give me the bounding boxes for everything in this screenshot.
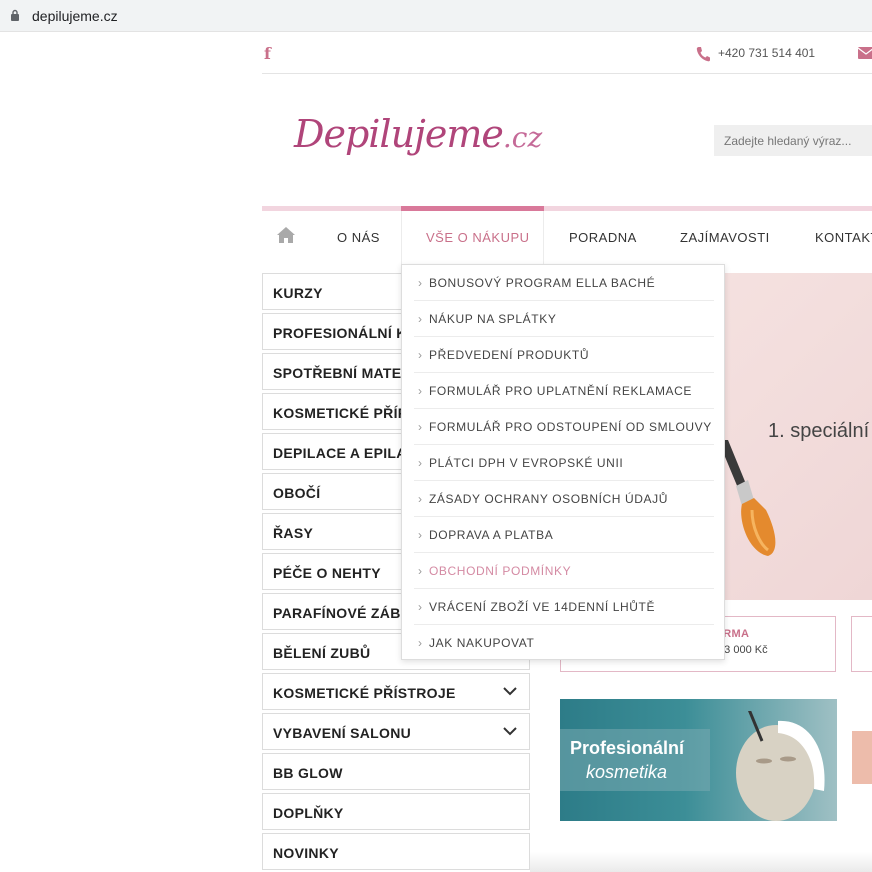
sidebar-item-label: BB GLOW [273, 765, 343, 781]
dropdown-item-label: BONUSOVÝ PROGRAM ELLA BACHÉ [429, 276, 656, 290]
dropdown-item-label: FORMULÁŘ PRO ODSTOUPENÍ OD SMLOUVY [429, 420, 712, 434]
nav-bar [262, 206, 872, 211]
dropdown-item-platci-dph[interactable]: › PLÁTCI DPH V EVROPSKÉ UNII [414, 445, 714, 481]
nav-item-o-nas[interactable]: O NÁS [337, 230, 380, 245]
sidebar-item-kosmeticke-pristroje[interactable]: KOSMETICKÉ PŘÍSTROJE [262, 673, 530, 710]
dropdown-item-label: FORMULÁŘ PRO UPLATNĚNÍ REKLAMACE [429, 384, 693, 398]
sidebar-item-novinky[interactable]: NOVINKY [262, 833, 530, 870]
promo-card-2[interactable] [851, 616, 872, 672]
dropdown-item-label: PLÁTCI DPH V EVROPSKÉ UNII [429, 456, 624, 470]
dropdown-item-label: VRÁCENÍ ZBOŽÍ VE 14DENNÍ LHŮTĚ [429, 600, 656, 614]
chevron-right-icon: › [418, 384, 422, 398]
dropdown-item-label: NÁKUP NA SPLÁTKY [429, 312, 557, 326]
phone-icon [696, 47, 710, 62]
chevron-right-icon: › [418, 456, 422, 470]
chevron-right-icon: › [418, 492, 422, 506]
nav-item-vse-o-nakupu[interactable]: VŠE O NÁKUPU [426, 230, 530, 245]
home-icon[interactable] [276, 226, 296, 244]
sidebar-item-vybaveni-salonu[interactable]: VYBAVENÍ SALONU [262, 713, 530, 750]
logo-name: Depilujeme [294, 112, 504, 156]
promo-subtitle: kosmetika [586, 762, 668, 782]
chevron-right-icon: › [418, 600, 422, 614]
topbar-divider [262, 73, 872, 74]
chevron-right-icon: › [418, 528, 422, 542]
dropdown-item-reklamace[interactable]: › FORMULÁŘ PRO UPLATNĚNÍ REKLAMACE [414, 373, 714, 409]
side-banner-edge[interactable] [852, 731, 872, 784]
chevron-right-icon: › [418, 348, 422, 362]
dropdown-item-label: PŘEDVEDENÍ PRODUKTŮ [429, 348, 590, 362]
sidebar-item-label: PÉČE O NEHTY [273, 565, 381, 581]
sidebar-item-label: DOPLŇKY [273, 805, 344, 821]
dropdown-item-label: JAK NAKUPOVAT [429, 636, 535, 650]
sidebar-item-label: NOVINKY [273, 845, 339, 861]
phone-number[interactable]: +420 731 514 401 [718, 46, 815, 60]
browser-address-bar[interactable]: depilujeme.cz [0, 0, 872, 32]
sidebar-item-label: ŘASY [273, 525, 314, 541]
dropdown-item-bonusovy-program[interactable]: › BONUSOVÝ PROGRAM ELLA BACHÉ [414, 265, 714, 301]
site-logo[interactable]: Depilujeme.cz [294, 112, 542, 156]
nav-item-poradna[interactable]: PORADNA [569, 230, 637, 245]
facebook-icon[interactable]: f [264, 44, 271, 63]
sidebar-item-label: KOSMETICKÉ PŘÍSTROJE [273, 685, 456, 701]
sidebar-item-label: BĚLENÍ ZUBŮ [273, 645, 371, 661]
dropdown-item-label: ZÁSADY OCHRANY OSOBNÍCH ÚDAJŮ [429, 492, 668, 506]
face-mask-image [736, 711, 825, 821]
chevron-down-icon[interactable] [503, 686, 517, 696]
nav-item-zajimavosti[interactable]: ZAJÍMAVOSTI [680, 230, 770, 245]
dropdown-item-vraceni-zbozi[interactable]: › VRÁCENÍ ZBOŽÍ VE 14DENNÍ LHŮTĚ [414, 589, 714, 625]
banner-text: 1. speciální [768, 420, 870, 442]
dropdown-item-label: OBCHODNÍ PODMÍNKY [429, 564, 572, 578]
sidebar-item-doplnky[interactable]: DOPLŇKY [262, 793, 530, 830]
chevron-right-icon: › [418, 276, 422, 290]
promo-image[interactable] [560, 699, 837, 821]
dropdown-item-ochrana-udaju[interactable]: › ZÁSADY OCHRANY OSOBNÍCH ÚDAJŮ [414, 481, 714, 517]
chevron-right-icon: › [418, 420, 422, 434]
nav-item-kontakt[interactable]: KONTAKT [815, 230, 872, 245]
dropdown-item-predvedeni-produktu[interactable]: › PŘEDVEDENÍ PRODUKTŮ [414, 337, 714, 373]
url-text[interactable]: depilujeme.cz [32, 8, 118, 24]
sidebar-item-bb-glow[interactable]: BB GLOW [262, 753, 530, 790]
dropdown-item-odstoupeni[interactable]: › FORMULÁŘ PRO ODSTOUPENÍ OD SMLOUVY [414, 409, 714, 445]
sidebar-item-label: OBOČÍ [273, 485, 321, 501]
dropdown-item-nakup-na-splatky[interactable]: › NÁKUP NA SPLÁTKY [414, 301, 714, 337]
promo-title: Profesionální [570, 738, 685, 758]
mail-icon[interactable] [858, 47, 872, 59]
dropdown-menu-vse-o-nakupu: › BONUSOVÝ PROGRAM ELLA BACHÉ › NÁKUP NA S… [401, 264, 725, 660]
chevron-right-icon: › [418, 312, 422, 326]
dropdown-item-label: DOPRAVA A PLATBA [429, 528, 554, 542]
bottom-shadow [530, 852, 872, 872]
sidebar-item-label: VYBAVENÍ SALONU [273, 725, 412, 741]
chevron-down-icon[interactable] [503, 726, 517, 736]
dropdown-item-obchodni-podminky[interactable]: › OBCHODNÍ PODMÍNKY [414, 553, 714, 589]
chevron-right-icon: › [418, 564, 422, 578]
dropdown-item-doprava-a-platba[interactable]: › DOPRAVA A PLATBA [414, 517, 714, 553]
chevron-right-icon: › [418, 636, 422, 650]
dropdown-item-jak-nakupovat[interactable]: › JAK NAKUPOVAT [414, 625, 714, 661]
lock-icon [11, 9, 19, 21]
search-input[interactable] [714, 125, 872, 156]
logo-tld: .cz [502, 121, 543, 154]
sidebar-item-label: KURZY [273, 285, 323, 301]
